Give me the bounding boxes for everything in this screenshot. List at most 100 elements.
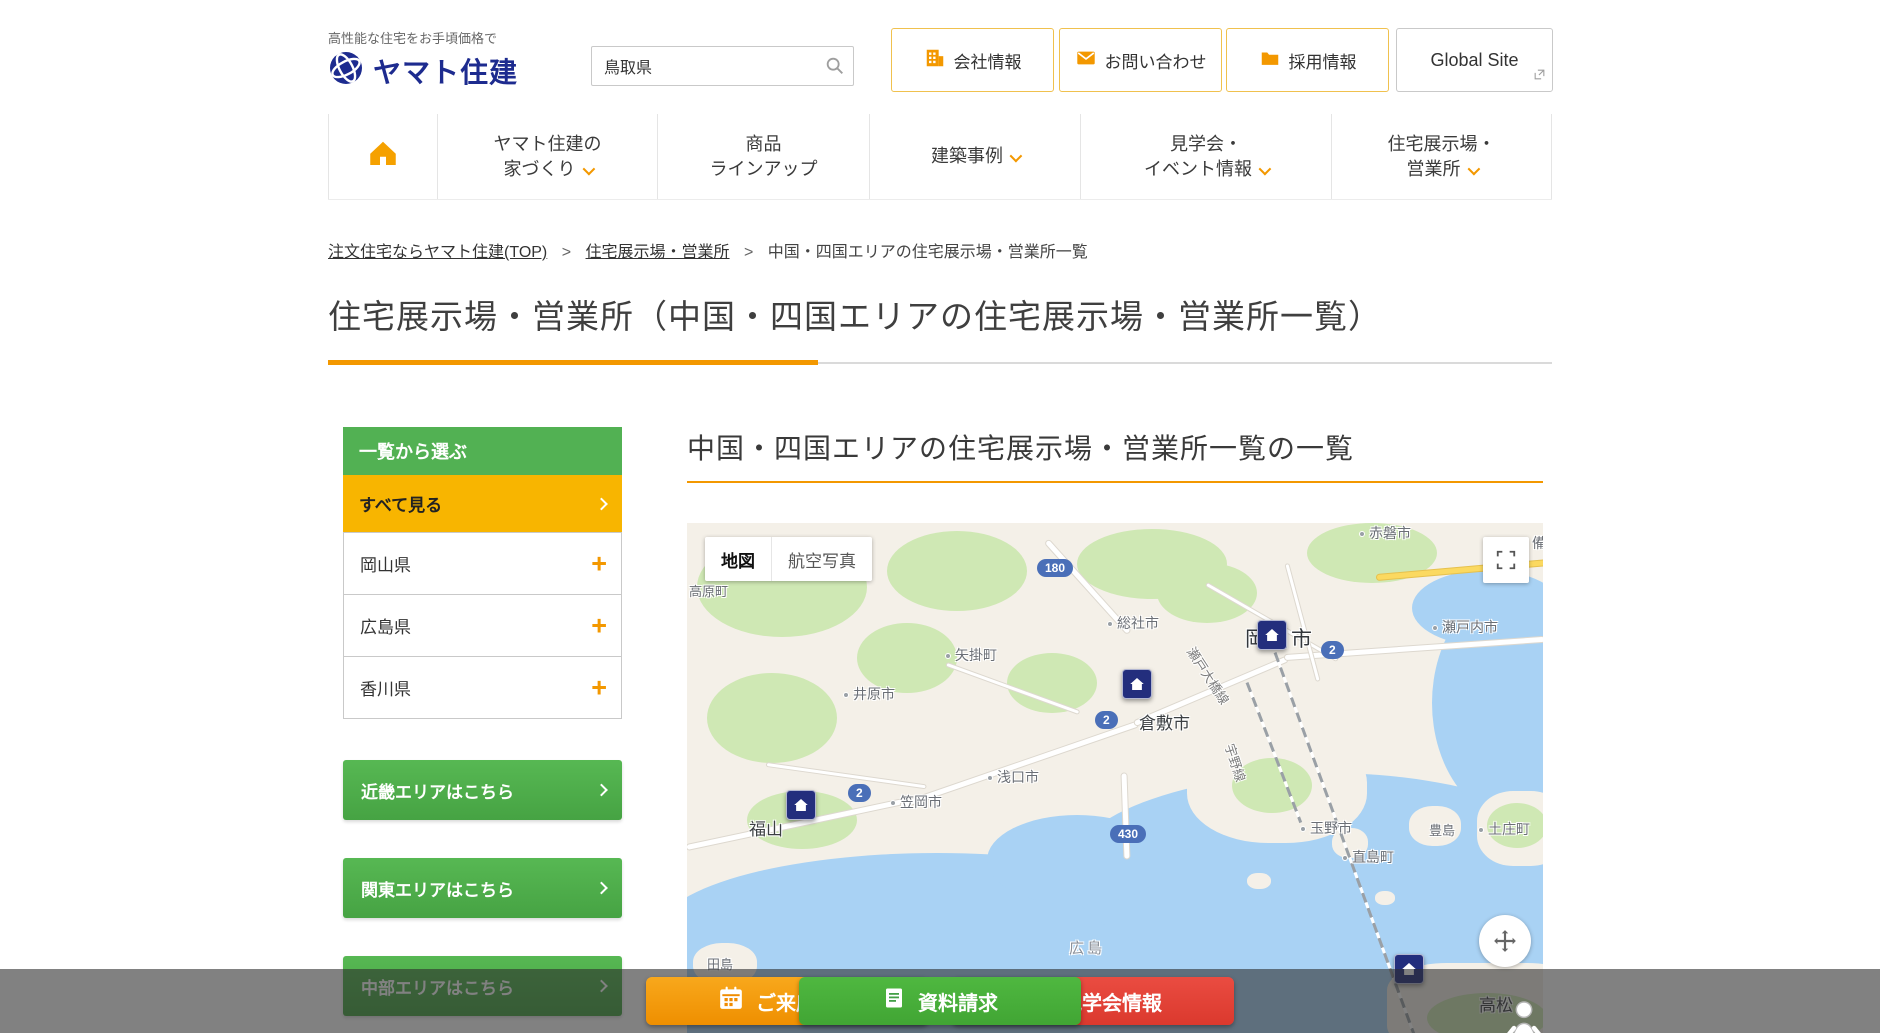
breadcrumb-current: 中国・四国エリアの住宅展示場・営業所一覧 <box>768 244 1088 261</box>
document-icon <box>882 986 906 1016</box>
sidebar-item-okayama[interactable]: 岡山県 + <box>343 532 622 595</box>
content-columns: 一覧から選ぶ すべて見る 岡山県 + 広島県 + 香川県 + 近畿エリアはこちら <box>328 427 1552 1033</box>
title-divider <box>328 360 1552 365</box>
logo-text: ヤマト住建 <box>373 51 518 91</box>
logo[interactable]: ヤマト住建 <box>328 50 518 91</box>
route-shield: 2 <box>848 784 871 802</box>
folder-icon <box>1259 47 1281 74</box>
fullscreen-button[interactable] <box>1483 537 1529 583</box>
view-all-label: すべて見る <box>359 491 442 516</box>
map-road <box>767 763 926 788</box>
chevron-right-icon <box>595 784 608 797</box>
map-label-fukuyama: 福山 <box>749 815 783 840</box>
breadcrumb-showroom-link[interactable]: 住宅展示場・営業所 <box>586 244 730 261</box>
sidebar: 一覧から選ぶ すべて見る 岡山県 + 広島県 + 香川県 + 近畿エリアはこちら <box>343 427 622 1033</box>
map-label: 直島町 <box>1342 847 1394 867</box>
map-label: 玉野市 <box>1300 818 1352 838</box>
kinki-area-button[interactable]: 近畿エリアはこちら <box>343 760 622 820</box>
nav-case-studies[interactable]: 建築事例 <box>870 114 1081 199</box>
map-label: 豊島 <box>1429 820 1455 839</box>
external-link-icon <box>1533 65 1546 86</box>
home-icon <box>365 135 401 177</box>
search-icon[interactable] <box>824 55 846 82</box>
map-label: 浅口市 <box>987 767 1039 787</box>
map-label: 赤磐市 <box>1359 523 1411 543</box>
map-green-area <box>1157 563 1257 623</box>
search-box <box>591 46 854 86</box>
main-nav: ヤマト住建の 家づくり 商品 ラインアップ 建築事例 見学会・ イベント情報 住… <box>328 114 1552 200</box>
plus-icon[interactable]: + <box>591 550 607 577</box>
kanto-area-button[interactable]: 関東エリアはこちら <box>343 858 622 918</box>
mascot-widget[interactable] <box>1502 998 1546 1033</box>
map-green-area <box>707 673 837 763</box>
page-container: 高性能な住宅をお手頃価格で ヤマト住建 <box>328 0 1552 1033</box>
breadcrumb-separator: > <box>744 244 753 261</box>
nav-showrooms[interactable]: 住宅展示場・ 営業所 <box>1332 114 1552 199</box>
map-green-area <box>887 531 1027 611</box>
sidebar-list-header: 一覧から選ぶ <box>343 427 622 475</box>
nav-products-line1: 商品 <box>746 132 782 156</box>
map-label: 総社市 <box>1107 613 1159 633</box>
recruit-button[interactable]: 採用情報 <box>1226 28 1389 92</box>
sidebar-item-hiroshima[interactable]: 広島県 + <box>343 594 622 657</box>
map-green-area <box>857 623 957 693</box>
global-site-button[interactable]: Global Site <box>1396 28 1553 92</box>
nav-products[interactable]: 商品 ラインアップ <box>658 114 870 199</box>
chevron-down-icon <box>1010 150 1023 163</box>
sidebar-item-kagawa[interactable]: 香川県 + <box>343 656 622 719</box>
map-label: 備 <box>1532 533 1543 553</box>
nav-home[interactable] <box>328 114 438 199</box>
chevron-down-icon <box>582 162 595 175</box>
chevron-right-icon <box>595 497 608 510</box>
showroom-map-marker[interactable] <box>1122 669 1152 699</box>
nav-events[interactable]: 見学会・ イベント情報 <box>1081 114 1332 199</box>
page-title: 住宅展示場・営業所（中国・四国エリアの住宅展示場・営業所一覧） <box>328 290 1552 338</box>
pan-control-button[interactable] <box>1479 915 1531 967</box>
company-info-button[interactable]: 会社情報 <box>891 28 1054 92</box>
kanto-area-label: 関東エリアはこちら <box>361 876 514 901</box>
main-content: 中国・四国エリアの住宅展示場・営業所一覧の一覧 <box>687 427 1543 1033</box>
section-heading: 中国・四国エリアの住宅展示場・営業所一覧の一覧 <box>687 427 1543 483</box>
search-input[interactable] <box>591 46 854 86</box>
company-info-label: 会社情報 <box>954 48 1022 73</box>
chevron-down-icon <box>1259 162 1272 175</box>
building-icon <box>924 47 946 74</box>
catalog-request-label: 資料請求 <box>918 987 998 1016</box>
showroom-map-marker[interactable] <box>1257 620 1287 650</box>
map-label: 笠岡市 <box>890 792 942 812</box>
map-type-map-button[interactable]: 地図 <box>705 537 771 581</box>
map-type-satellite-button[interactable]: 航空写真 <box>771 537 872 581</box>
nav-case-studies-line1: 建築事例 <box>931 144 1019 168</box>
route-shield: 2 <box>1321 641 1344 659</box>
chevron-down-icon <box>1467 162 1480 175</box>
map-label: 矢掛町 <box>945 645 997 665</box>
google-map[interactable]: 180 2 2 2 430 高原町 赤磐市 備 総社市 岡山市 瀬戸内市 矢掛町… <box>687 523 1543 1033</box>
tagline: 高性能な住宅をお手頃価格で <box>328 28 497 47</box>
route-shield: 180 <box>1037 559 1073 577</box>
contact-button[interactable]: お問い合わせ <box>1059 28 1222 92</box>
nav-homebuilding[interactable]: ヤマト住建の 家づくり <box>438 114 658 199</box>
contact-label: お問い合わせ <box>1105 48 1207 73</box>
recruit-label: 採用情報 <box>1289 48 1357 73</box>
bottom-cta-bar: ご来店予約 見学会情報 資料請求 <box>0 969 1880 1033</box>
global-site-label: Global Site <box>1430 50 1518 71</box>
map-label: 高原町 <box>689 581 728 600</box>
route-shield: 430 <box>1110 825 1146 843</box>
plus-icon[interactable]: + <box>591 612 607 639</box>
nav-events-line1: 見学会・ <box>1170 132 1242 156</box>
nav-homebuilding-line2: 家づくり <box>504 157 592 181</box>
catalog-request-button[interactable]: 資料請求 <box>799 977 1081 1025</box>
kagawa-label: 香川県 <box>360 675 411 700</box>
map-label: 広島 <box>1069 937 1105 958</box>
plus-icon[interactable]: + <box>591 674 607 701</box>
breadcrumb: 注文住宅ならヤマト住建(TOP) > 住宅展示場・営業所 > 中国・四国エリアの… <box>328 238 1552 262</box>
map-island <box>1375 891 1395 905</box>
nav-showrooms-line1: 住宅展示場・ <box>1388 132 1496 156</box>
sidebar-item-view-all[interactable]: すべて見る <box>343 475 622 532</box>
showroom-map-marker[interactable] <box>786 790 816 820</box>
header: 高性能な住宅をお手頃価格で ヤマト住建 <box>328 0 1552 114</box>
breadcrumb-top-link[interactable]: 注文住宅ならヤマト住建(TOP) <box>328 244 547 261</box>
hiroshima-label: 広島県 <box>360 613 411 638</box>
calendar-icon <box>718 985 744 1017</box>
chevron-right-icon <box>595 882 608 895</box>
